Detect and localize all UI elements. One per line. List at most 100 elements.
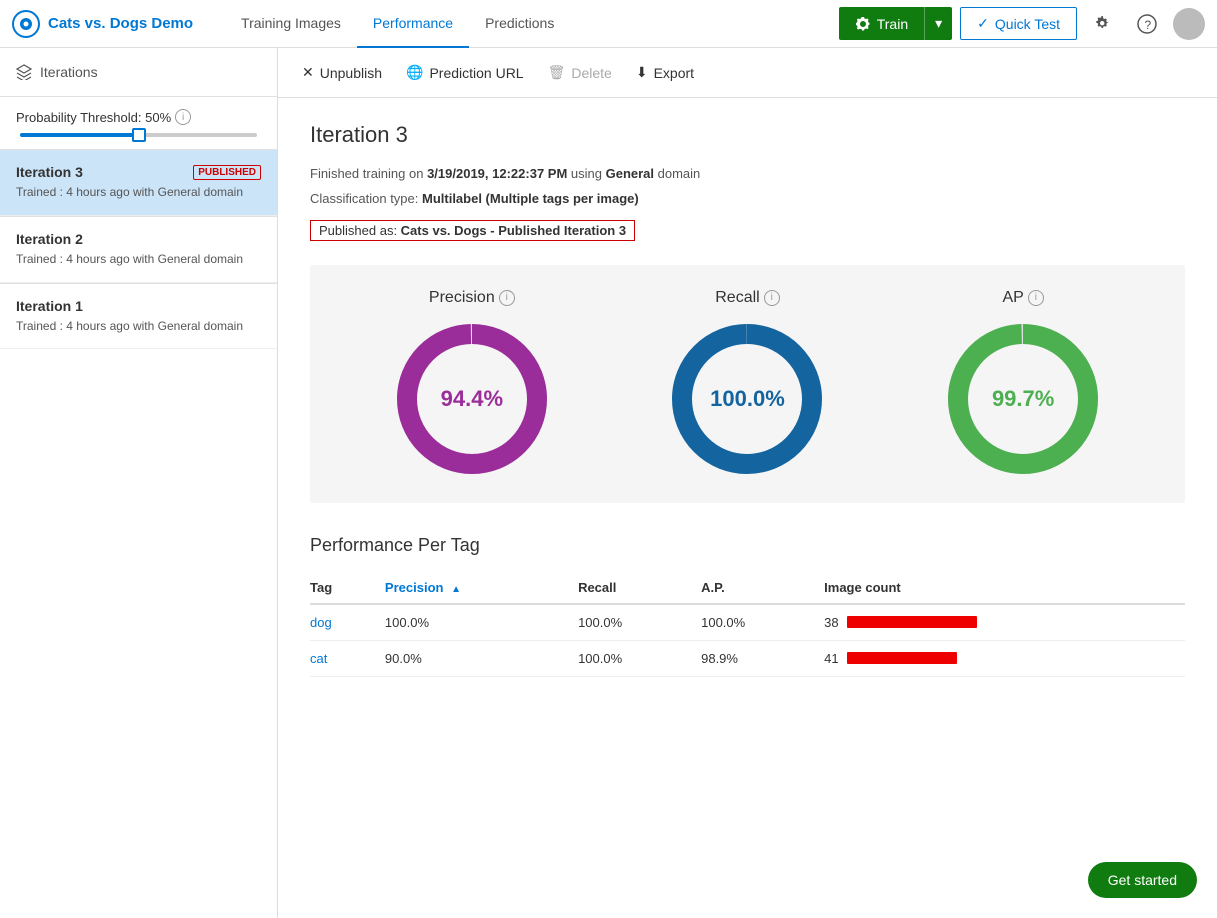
published-as-box: Published as: Cats vs. Dogs - Published … — [310, 220, 635, 241]
gear-icon — [855, 16, 871, 32]
tab-training-images[interactable]: Training Images — [225, 0, 357, 48]
header-actions: Train ▾ ✓ Quick Test ? — [839, 6, 1205, 42]
threshold-label: Probability Threshold: 50% i — [16, 109, 261, 125]
unpublish-button[interactable]: ✕ Unpublish — [302, 60, 382, 85]
iteration-1-detail: Trained : 4 hours ago with General domai… — [16, 318, 261, 335]
sidebar-item-iteration-1[interactable]: Iteration 1 Trained : 4 hours ago with G… — [0, 284, 277, 350]
precision-card: Precision i 94.4% — [392, 289, 552, 479]
metrics-container: Precision i 94.4% Recall — [310, 265, 1185, 503]
threshold-section: Probability Threshold: 50% i — [0, 97, 277, 149]
quick-test-label: Quick Test — [995, 16, 1060, 32]
tag-name-dog: dog — [310, 604, 385, 641]
iteration-3-detail: Trained : 4 hours ago with General domai… — [16, 184, 261, 201]
tab-predictions[interactable]: Predictions — [469, 0, 570, 48]
per-tag-title: Performance Per Tag — [310, 535, 1185, 556]
slider-fill — [20, 133, 139, 137]
iteration-3-name: Iteration 3 — [16, 164, 83, 180]
sidebar-iterations-header[interactable]: Iterations — [0, 48, 277, 96]
slider-track — [20, 133, 257, 137]
table-row: dog 100.0% 100.0% 100.0% 38 — [310, 604, 1185, 641]
iteration-2-detail: Trained : 4 hours ago with General domai… — [16, 251, 261, 268]
globe-icon: 🌐 — [406, 64, 423, 81]
ap-donut: 99.7% — [943, 319, 1103, 479]
training-domain: General — [606, 166, 654, 181]
header: Cats vs. Dogs Demo Training Images Perfo… — [0, 0, 1217, 48]
content-body: Iteration 3 Finished training on 3/19/20… — [278, 98, 1217, 701]
bar-container-cat: 41 — [824, 651, 1173, 666]
training-info: Finished training on 3/19/2019, 12:22:37… — [310, 164, 1185, 185]
precision-dog: 100.0% — [385, 604, 578, 641]
recall-card: Recall i 100.0% — [667, 289, 827, 479]
delete-icon: 🗑 — [548, 64, 566, 81]
col-ap[interactable]: A.P. — [701, 572, 824, 604]
close-icon: ✕ — [302, 64, 314, 81]
col-image-count[interactable]: Image count — [824, 572, 1185, 604]
prediction-url-button[interactable]: 🌐 Prediction URL — [406, 60, 524, 85]
content-area: ✕ Unpublish 🌐 Prediction URL 🗑 Delete ⬇ … — [278, 48, 1217, 918]
get-started-button[interactable]: Get started — [1088, 862, 1197, 898]
slider-thumb[interactable] — [132, 128, 146, 142]
content-toolbar: ✕ Unpublish 🌐 Prediction URL 🗑 Delete ⬇ … — [278, 48, 1217, 98]
train-label: Train — [877, 16, 908, 32]
col-tag[interactable]: Tag — [310, 572, 385, 604]
table-row: cat 90.0% 100.0% 98.9% 41 — [310, 640, 1185, 676]
layers-icon — [16, 64, 32, 80]
iteration-1-header: Iteration 1 — [16, 298, 261, 314]
svg-text:?: ? — [1145, 18, 1152, 32]
iteration-2-name: Iteration 2 — [16, 231, 83, 247]
image-count-cat: 41 — [824, 640, 1185, 676]
iterations-label: Iterations — [40, 64, 98, 80]
tab-performance[interactable]: Performance — [357, 0, 469, 48]
train-dropdown-arrow[interactable]: ▾ — [924, 7, 952, 40]
iteration-title: Iteration 3 — [310, 122, 1185, 148]
iteration-3-header: Iteration 3 PUBLISHED — [16, 164, 261, 180]
col-precision[interactable]: Precision ▲ — [385, 572, 578, 604]
settings-icon — [1093, 14, 1113, 34]
ap-cat: 98.9% — [701, 640, 824, 676]
ap-dog: 100.0% — [701, 604, 824, 641]
precision-value: 94.4% — [441, 386, 503, 412]
ap-card: AP i 99.7% — [943, 289, 1103, 479]
precision-donut: 94.4% — [392, 319, 552, 479]
recall-title: Recall i — [715, 289, 779, 307]
per-tag-table: Tag Precision ▲ Recall A.P. Image count … — [310, 572, 1185, 677]
delete-button[interactable]: 🗑 Delete — [548, 60, 612, 85]
recall-info-icon[interactable]: i — [764, 290, 780, 306]
recall-donut: 100.0% — [667, 319, 827, 479]
precision-info-icon[interactable]: i — [499, 290, 515, 306]
precision-title: Precision i — [429, 289, 515, 307]
ap-info-icon[interactable]: i — [1028, 290, 1044, 306]
app-logo: Cats vs. Dogs Demo — [12, 10, 193, 38]
precision-cat: 90.0% — [385, 640, 578, 676]
threshold-slider[interactable] — [16, 133, 261, 137]
avatar[interactable] — [1173, 8, 1205, 40]
help-button[interactable]: ? — [1129, 6, 1165, 42]
published-badge: PUBLISHED — [193, 165, 261, 180]
table-header-row: Tag Precision ▲ Recall A.P. Image count — [310, 572, 1185, 604]
main-layout: Iterations Probability Threshold: 50% i … — [0, 48, 1217, 918]
sidebar-item-iteration-3[interactable]: Iteration 3 PUBLISHED Trained : 4 hours … — [0, 150, 277, 216]
recall-value: 100.0% — [710, 386, 785, 412]
tag-link-cat[interactable]: cat — [310, 651, 327, 666]
bar-container-dog: 38 — [824, 615, 1173, 630]
tag-link-dog[interactable]: dog — [310, 615, 332, 630]
sidebar: Iterations Probability Threshold: 50% i … — [0, 48, 278, 918]
train-button-group[interactable]: Train ▾ — [839, 7, 952, 40]
help-icon: ? — [1137, 14, 1157, 34]
bar-dog — [847, 616, 977, 628]
export-button[interactable]: ⬇ Export — [636, 60, 694, 85]
main-nav: Training Images Performance Predictions — [225, 0, 823, 48]
col-recall[interactable]: Recall — [578, 572, 701, 604]
train-button[interactable]: Train — [839, 8, 924, 40]
sort-up-icon: ▲ — [451, 584, 461, 595]
sidebar-item-iteration-2[interactable]: Iteration 2 Trained : 4 hours ago with G… — [0, 217, 277, 283]
threshold-info-icon[interactable]: i — [175, 109, 191, 125]
classification-type: Multilabel (Multiple tags per image) — [422, 191, 639, 206]
iteration-1-name: Iteration 1 — [16, 298, 83, 314]
settings-button[interactable] — [1085, 6, 1121, 42]
iteration-2-header: Iteration 2 — [16, 231, 261, 247]
export-icon: ⬇ — [636, 64, 648, 81]
quick-test-button[interactable]: ✓ Quick Test — [960, 7, 1077, 40]
checkmark-icon: ✓ — [977, 15, 989, 32]
image-count-dog: 38 — [824, 604, 1185, 641]
